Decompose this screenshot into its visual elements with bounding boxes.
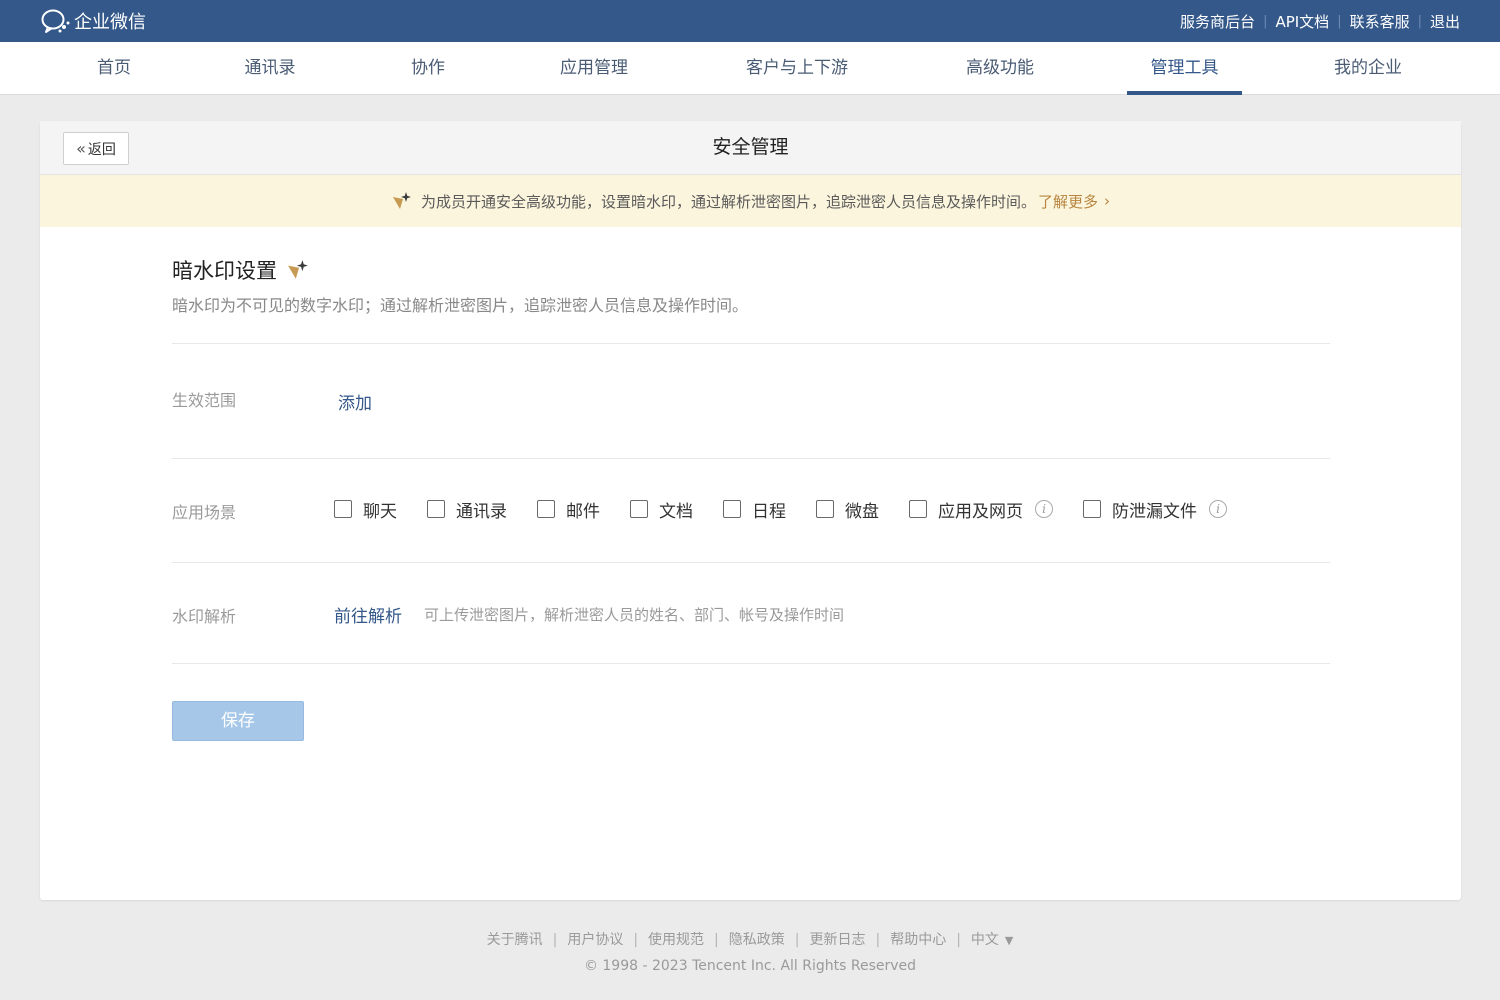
- copyright: © 1998 - 2023 Tencent Inc. All Rights Re…: [583, 958, 917, 974]
- link-service-provider[interactable]: 服务商后台: [1180, 11, 1255, 32]
- nav-active-indicator: [1127, 91, 1242, 95]
- learn-more-link[interactable]: 了解更多: [1038, 191, 1098, 212]
- scene-label-calendar: 日程: [752, 501, 786, 522]
- scene-label: 应用场景: [172, 503, 237, 522]
- checkbox[interactable]: [537, 500, 555, 518]
- notice-banner: 为成员开通安全高级功能，设置暗水印，通过解析泄密图片，追踪泄密人员信息及操作时间…: [40, 175, 1461, 227]
- separator: |: [794, 932, 800, 948]
- scene-label-chat: 聊天: [363, 501, 397, 522]
- footer-usage-rules[interactable]: 使用规范: [648, 932, 704, 948]
- checkbox[interactable]: [334, 500, 352, 518]
- parse-label: 水印解析: [172, 607, 237, 626]
- security-card: 安全管理 « 返回 为成员开通安全高级功能，设置暗水印，通过解析泄密图片，追踪泄…: [40, 121, 1461, 900]
- nav-management-tools[interactable]: 管理工具: [1127, 42, 1242, 95]
- separator: |: [714, 932, 719, 948]
- top-links: 服务商后台 | API文档 | 联系客服 | 退出: [1180, 0, 1460, 42]
- separator: |: [875, 932, 881, 948]
- scene-drive[interactable]: 微盘: [816, 497, 879, 522]
- add-scope-link[interactable]: 添加: [338, 389, 372, 414]
- section-description: 暗水印为不可见的数字水印；通过解析泄密图片，追踪泄密人员信息及操作时间。: [172, 296, 749, 315]
- divider: [172, 343, 1330, 344]
- back-button-label: 返回: [87, 141, 116, 158]
- scope-label: 生效范围: [172, 391, 237, 410]
- separator: |: [956, 932, 961, 948]
- separator: |: [1417, 13, 1422, 29]
- scene-calendar[interactable]: 日程: [723, 497, 786, 522]
- separator: |: [633, 932, 639, 948]
- link-contact-support[interactable]: 联系客服: [1350, 11, 1410, 32]
- separator: |: [1263, 13, 1268, 29]
- footer-privacy[interactable]: 隐私政策: [729, 932, 785, 948]
- scene-label-contacts: 通讯录: [456, 501, 507, 522]
- wecom-logo-icon: [41, 9, 70, 33]
- footer-help-center[interactable]: 帮助中心: [890, 932, 946, 948]
- nav-customers[interactable]: 客户与上下游: [730, 42, 864, 95]
- double-chevron-left-icon: «: [76, 138, 86, 158]
- checkbox[interactable]: [723, 500, 741, 518]
- scene-apps-web[interactable]: 应用及网页 i: [909, 497, 1053, 522]
- notice-text: 为成员开通安全高级功能，设置暗水印，通过解析泄密图片，追踪泄密人员信息及操作时间…: [420, 192, 1036, 211]
- scene-label-apps-web: 应用及网页: [938, 501, 1023, 522]
- main-nav: 首页 通讯录 协作 应用管理 客户与上下游 高级功能 管理工具 我的企业: [0, 42, 1500, 95]
- card-header: 安全管理 « 返回: [40, 121, 1461, 175]
- link-api-docs[interactable]: API文档: [1275, 11, 1329, 32]
- scene-label-docs: 文档: [659, 501, 693, 522]
- logo-text: 企业微信: [74, 12, 146, 33]
- nav-contacts[interactable]: 通讯录: [226, 42, 314, 95]
- checkbox[interactable]: [909, 500, 927, 518]
- sparkle-icon: [392, 192, 411, 209]
- info-icon[interactable]: i: [1209, 500, 1227, 518]
- nav-collaboration[interactable]: 协作: [384, 42, 472, 95]
- back-button[interactable]: « 返回: [63, 132, 129, 165]
- scene-checkbox-group: 聊天 通讯录 邮件 文档 日程 微盘 应用及网页 i 防泄漏文件 i: [334, 497, 1257, 522]
- link-logout[interactable]: 退出: [1430, 11, 1460, 32]
- divider: [172, 663, 1330, 664]
- page-title: 安全管理: [712, 136, 789, 158]
- separator: |: [1337, 13, 1342, 29]
- scene-label-leak-prevention: 防泄漏文件: [1112, 501, 1197, 522]
- checkbox[interactable]: [630, 500, 648, 518]
- divider: [172, 562, 1330, 563]
- top-bar: 企业微信 服务商后台 | API文档 | 联系客服 | 退出: [0, 0, 1500, 42]
- footer-changelog[interactable]: 更新日志: [809, 932, 865, 948]
- footer-about[interactable]: 关于腾讯: [487, 932, 543, 948]
- checkbox[interactable]: [1083, 500, 1101, 518]
- scene-chat[interactable]: 聊天: [334, 497, 397, 522]
- nav-advanced[interactable]: 高级功能: [950, 42, 1050, 95]
- info-icon[interactable]: i: [1035, 500, 1053, 518]
- scene-contacts[interactable]: 通讯录: [427, 497, 507, 522]
- checkbox[interactable]: [427, 500, 445, 518]
- scene-label-mail: 邮件: [566, 501, 600, 522]
- footer-links: 关于腾讯 | 用户协议 | 使用规范 | 隐私政策 | 更新日志 | 帮助中心 | 中文 ▼: [0, 929, 1500, 949]
- parse-description: 可上传泄密图片，解析泄密人员的姓名、部门、帐号及操作时间: [424, 606, 845, 624]
- chevron-right-icon[interactable]: ›: [1104, 192, 1110, 210]
- nav-home[interactable]: 首页: [70, 42, 158, 95]
- section-title: 暗水印设置: [172, 255, 309, 285]
- divider: [172, 458, 1330, 459]
- go-parse-link[interactable]: 前往解析: [334, 602, 402, 627]
- caret-down-icon: ▼: [1004, 934, 1014, 947]
- separator: |: [552, 932, 558, 948]
- save-button[interactable]: 保存: [172, 701, 304, 741]
- language-label: 中文: [970, 932, 999, 948]
- scene-docs[interactable]: 文档: [630, 497, 693, 522]
- nav-app-management[interactable]: 应用管理: [544, 42, 644, 95]
- scene-leak-prevention[interactable]: 防泄漏文件 i: [1083, 497, 1227, 522]
- scene-label-drive: 微盘: [845, 501, 879, 522]
- checkbox[interactable]: [816, 500, 834, 518]
- sparkle-icon: [288, 260, 308, 279]
- footer-user-agreement[interactable]: 用户协议: [567, 932, 623, 948]
- logo[interactable]: 企业微信: [40, 8, 146, 34]
- nav-my-enterprise[interactable]: 我的企业: [1318, 42, 1418, 95]
- section-title-text: 暗水印设置: [172, 259, 277, 283]
- scene-mail[interactable]: 邮件: [537, 497, 600, 522]
- language-select[interactable]: 中文 ▼: [971, 932, 1013, 948]
